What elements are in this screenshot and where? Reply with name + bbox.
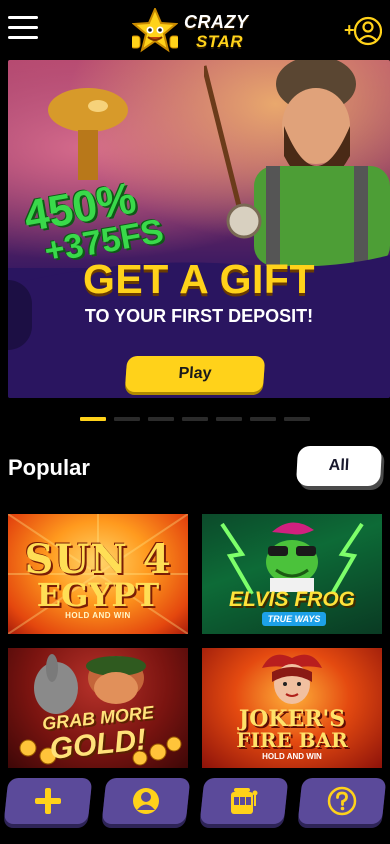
nav-help-button[interactable]: [297, 778, 387, 824]
game-title-line2: EGYPT: [36, 576, 160, 614]
site-logo[interactable]: CRAZY STAR: [110, 6, 270, 54]
logo-text-star: STAR: [196, 32, 244, 51]
slider-dots: [80, 408, 318, 421]
nav-account-button[interactable]: [101, 778, 191, 824]
game-badge: TRUE WAYS: [262, 612, 326, 626]
bottom-nav: [0, 768, 390, 844]
slider-dot[interactable]: [182, 417, 208, 421]
golden-fish-trophy-icon: [48, 88, 128, 180]
slider-dot[interactable]: [114, 417, 140, 421]
banner-title: GET A GIFT: [82, 256, 315, 302]
star-mascot-icon: [132, 8, 178, 53]
section-title-popular: Popular: [8, 455, 90, 480]
slider-dot[interactable]: [80, 417, 106, 421]
game-subtitle: HOLD AND WIN: [262, 752, 322, 761]
game-subtitle: HOLD AND WIN: [65, 611, 131, 620]
slider-dot[interactable]: [216, 417, 242, 421]
nav-slots-button[interactable]: [199, 778, 289, 824]
fisherman-illustration: [204, 60, 390, 266]
top-header: CRAZY STAR +: [0, 0, 390, 60]
nav-add-button[interactable]: [3, 778, 93, 824]
banner-subtitle: TO YOUR FIRST DEPOSIT!: [84, 306, 314, 326]
play-button[interactable]: Play: [124, 356, 266, 392]
logo-text-crazy: CRAZY: [184, 12, 249, 32]
svg-text:+: +: [344, 20, 355, 40]
game-tile-grab-more-gold[interactable]: GRAB MORE GOLD!: [8, 648, 188, 768]
help-icon: [327, 786, 357, 816]
promo-banner[interactable]: 450% +375FS GET A GIFT TO YOUR FIRST DEP…: [8, 60, 390, 398]
plus-icon: [35, 788, 61, 814]
slider-dot[interactable]: [250, 417, 276, 421]
slider-dot[interactable]: [148, 417, 174, 421]
hamburger-icon[interactable]: [8, 16, 38, 42]
game-tile-elvis-frog[interactable]: ELVIS FROG TRUE WAYS: [202, 514, 382, 634]
slot-machine-icon: [231, 788, 258, 814]
slider-dot[interactable]: [284, 417, 310, 421]
game-title-line2: FIRE BAR: [236, 728, 348, 752]
game-tile-jokers-fire-bar[interactable]: JOKER'S FIRE BAR HOLD AND WIN: [202, 648, 382, 768]
all-games-button[interactable]: All: [295, 446, 383, 486]
game-tile-sun-of-egypt[interactable]: SUN 4 EGYPT HOLD AND WIN: [8, 514, 188, 634]
account-icon: [133, 788, 159, 814]
add-user-icon[interactable]: +: [344, 14, 383, 48]
game-title: ELVIS FROG: [228, 588, 356, 611]
